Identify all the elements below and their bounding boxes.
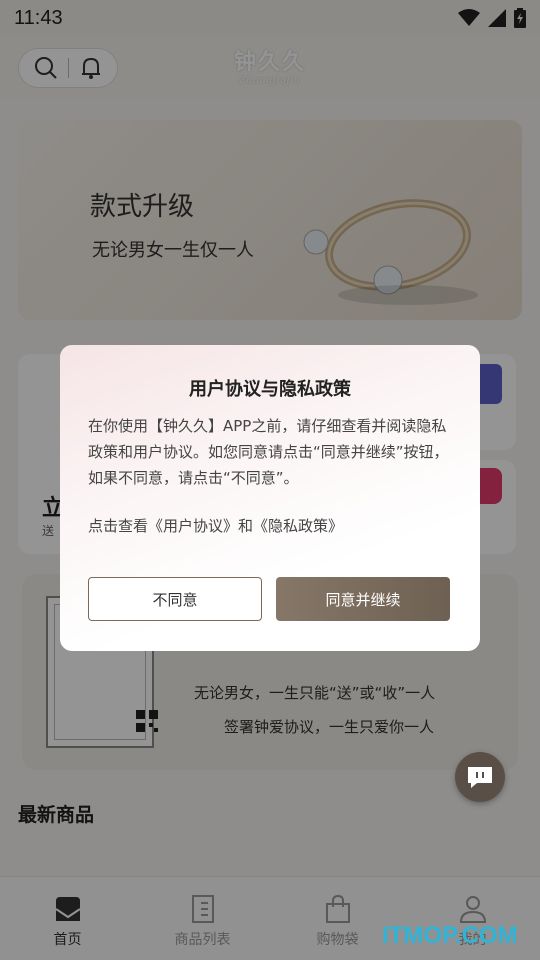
chat-icon: [468, 767, 492, 788]
links-prefix: 点击查看: [88, 517, 149, 535]
chat-button[interactable]: [455, 752, 505, 802]
agree-continue-button[interactable]: 同意并继续: [276, 577, 450, 621]
watermark-text: ITMOP.COM: [382, 922, 518, 949]
links-and: 和: [238, 517, 254, 535]
privacy-policy-link[interactable]: 《隐私政策》: [253, 517, 343, 535]
privacy-dialog: 用户协议与隐私政策 在你使用【钟久久】APP之前，请仔细查看并阅读隐私政策和用户…: [60, 345, 480, 651]
dialog-title: 用户协议与隐私政策: [189, 379, 351, 400]
dialog-links: 点击查看《用户协议》和《隐私政策》: [88, 515, 343, 536]
disagree-button[interactable]: 不同意: [88, 577, 262, 621]
user-agreement-link[interactable]: 《用户协议》: [148, 517, 238, 535]
dialog-body: 在你使用【钟久久】APP之前，请仔细查看并阅读隐私政策和用户协议。如您同意请点击…: [88, 417, 449, 487]
